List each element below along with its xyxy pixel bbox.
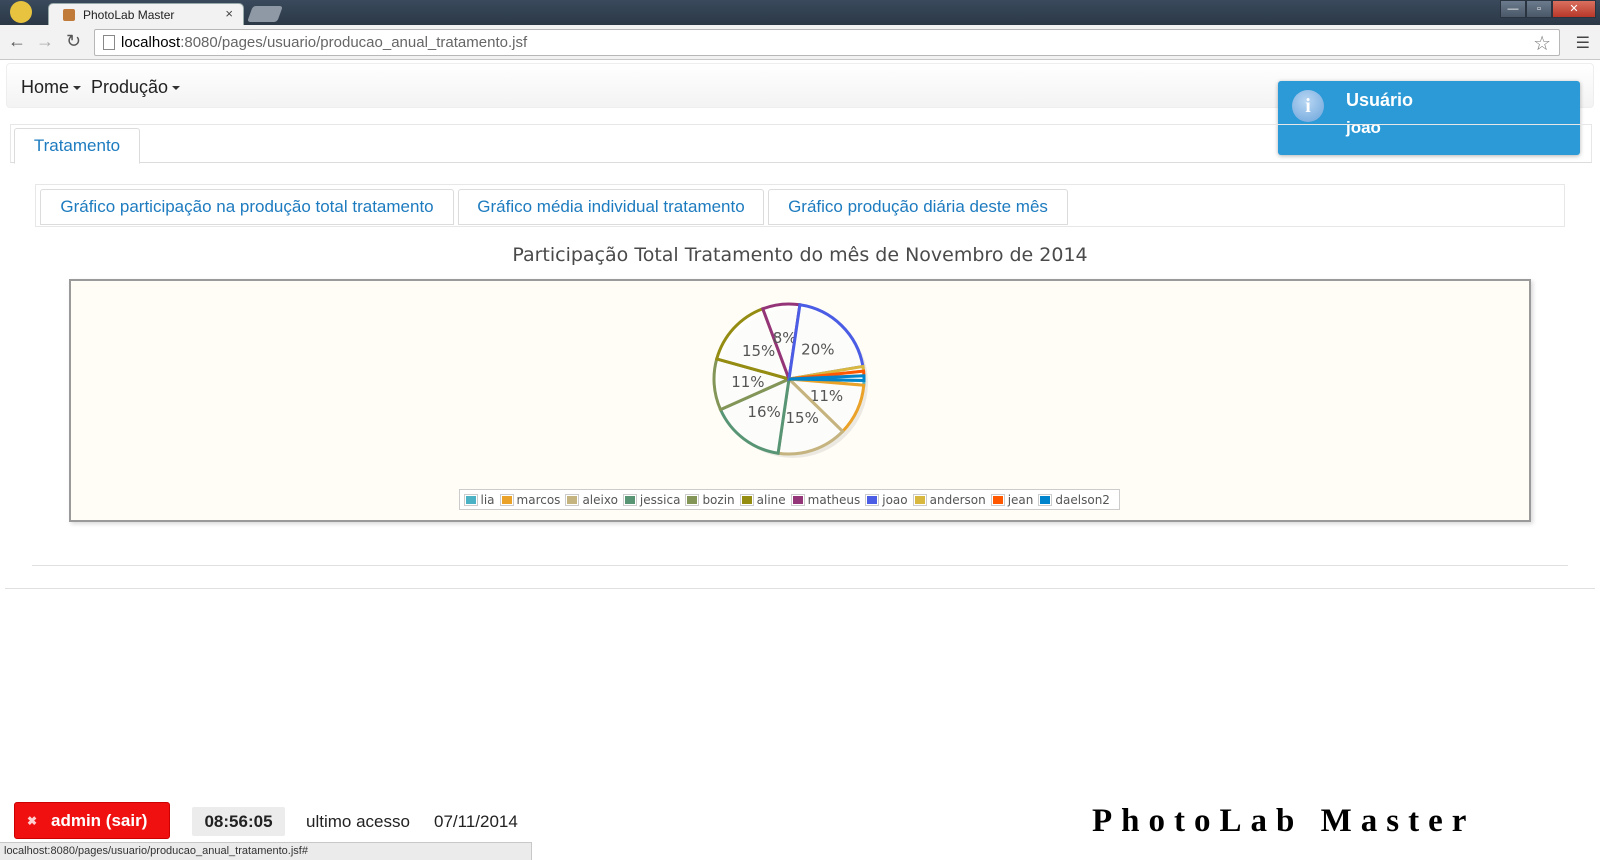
session-clock: 08:56:05	[192, 807, 285, 836]
maximize-button[interactable]: ▫	[1526, 0, 1552, 18]
tab-grafico-participacao[interactable]: Gráfico participação na produção total t…	[40, 189, 454, 225]
reload-icon[interactable]: ↻	[66, 31, 81, 52]
legend-label: bozin	[702, 492, 735, 507]
legend-label: daelson2	[1055, 492, 1110, 507]
legend-item-lia[interactable]: lia	[463, 492, 495, 507]
pie-label-joao: 20%	[801, 341, 834, 359]
close-icon: ✖	[27, 814, 38, 828]
minimize-button[interactable]: —	[1500, 0, 1526, 18]
legend-item-bozin[interactable]: bozin	[685, 492, 735, 507]
legend-swatch	[790, 493, 805, 506]
logout-button[interactable]: ✖ admin (sair)	[14, 802, 170, 839]
tab-grafico-producao-diaria[interactable]: Gráfico produção diária deste mês	[768, 189, 1068, 225]
caret-down-icon	[73, 86, 82, 91]
page-icon	[103, 35, 115, 50]
legend-item-anderson[interactable]: anderson	[912, 492, 986, 507]
inner-tabview: Gráfico participação na produção total t…	[35, 184, 1565, 227]
tab-grafico-media[interactable]: Gráfico média individual tratamento	[458, 189, 764, 225]
bookmark-star-icon[interactable]: ☆	[1533, 31, 1551, 56]
legend-swatch	[565, 493, 580, 506]
browser-menu-icon[interactable]: ☰	[1576, 33, 1590, 53]
divider	[5, 588, 1595, 589]
legend-item-joao[interactable]: joao	[865, 492, 908, 507]
legend-item-daelson2[interactable]: daelson2	[1038, 493, 1110, 507]
address-url: localhost:8080/pages/usuario/producao_an…	[121, 34, 527, 51]
back-icon[interactable]: ←	[8, 31, 26, 52]
legend-label: anderson	[929, 492, 986, 507]
pie-chart-svg: 11%15%16%11%15%8%20%	[712, 302, 868, 458]
chrome-logo-icon	[10, 1, 32, 23]
legend-item-matheus[interactable]: matheus	[790, 492, 861, 507]
menu-producao[interactable]: Produção	[91, 77, 181, 98]
browser-titlebar: PhotoLab Master × — ▫ ✕	[0, 0, 1600, 25]
pie-chart: 11% 15% 16% 11% 15% 8% 20% lia marcos aleixo jess…	[69, 279, 1531, 522]
legend-swatch	[739, 493, 754, 506]
divider	[32, 565, 1568, 566]
pie-label-aline: 15%	[742, 342, 775, 360]
info-icon: i	[1292, 90, 1324, 122]
legend-swatch	[463, 493, 478, 506]
legend-swatch	[499, 493, 514, 506]
browser-tab[interactable]: PhotoLab Master ×	[48, 3, 244, 25]
browser-tab-title: PhotoLab Master	[83, 8, 175, 22]
browser-toolbar: ← → ↻ localhost:8080/pages/usuario/produ…	[0, 25, 1600, 60]
legend-item-aline[interactable]: aline	[739, 492, 786, 507]
legend-label: joao	[882, 492, 908, 507]
pie-label-bozin: 11%	[731, 373, 764, 391]
legend-label: jean	[1007, 492, 1034, 507]
pie-label-jessica: 16%	[747, 403, 780, 421]
caret-down-icon	[172, 86, 181, 91]
legend-swatch	[1038, 493, 1053, 506]
tab-tratamento[interactable]: Tratamento	[14, 128, 140, 164]
chart-legend: lia marcos aleixo jessica bozin aline matheus j…	[458, 489, 1120, 510]
url-host: localhost	[121, 34, 181, 51]
menu-home[interactable]: Home	[21, 77, 82, 98]
legend-label: jessica	[639, 492, 681, 507]
legend-item-jean[interactable]: jean	[990, 492, 1034, 507]
legend-swatch	[865, 493, 880, 506]
legend-label: aleixo	[582, 492, 618, 507]
legend-label: matheus	[807, 492, 861, 507]
favicon-icon	[63, 9, 75, 21]
url-path: :8080/pages/usuario/producao_anual_trata…	[180, 34, 528, 51]
window-controls: — ▫ ✕	[1500, 0, 1596, 18]
menu-home-label: Home	[21, 77, 70, 97]
window-close-button[interactable]: ✕	[1552, 0, 1596, 18]
legend-swatch	[990, 493, 1005, 506]
legend-swatch	[685, 493, 700, 506]
legend-item-aleixo[interactable]: aleixo	[565, 492, 618, 507]
legend-item-marcos[interactable]: marcos	[499, 492, 561, 507]
status-bar-url: localhost:8080/pages/usuario/producao_an…	[0, 842, 532, 860]
address-bar[interactable]: localhost:8080/pages/usuario/producao_an…	[94, 29, 1560, 56]
legend-label: marcos	[516, 492, 561, 507]
legend-swatch	[622, 493, 637, 506]
outer-tabview: Tratamento	[10, 124, 1592, 164]
menu-producao-label: Produção	[91, 77, 169, 97]
growl-title: Usuário	[1346, 90, 1414, 110]
legend-label: lia	[480, 492, 495, 507]
logout-label: admin (sair)	[51, 811, 148, 830]
forward-icon[interactable]: →	[36, 31, 54, 52]
chart-title: Participação Total Tratamento do mês de …	[512, 244, 1088, 266]
legend-swatch	[912, 493, 927, 506]
tab-close-icon[interactable]: ×	[225, 6, 233, 21]
new-tab-button[interactable]	[247, 6, 283, 22]
last-access-label: ultimo acesso	[306, 812, 410, 831]
brand-logo-text: PhotoLab Master	[1092, 803, 1476, 839]
legend-label: aline	[756, 492, 786, 507]
pie-label-aleixo: 15%	[786, 409, 819, 427]
last-access-date: 07/11/2014	[434, 812, 518, 831]
legend-item-jessica[interactable]: jessica	[622, 492, 681, 507]
